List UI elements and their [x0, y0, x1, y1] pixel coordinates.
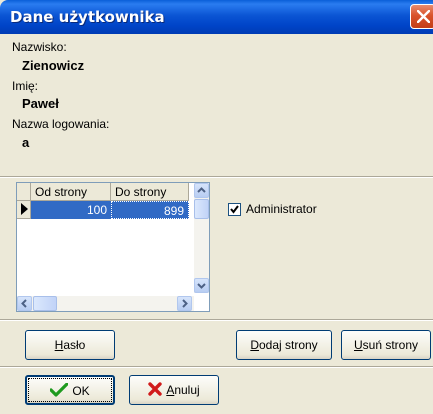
close-icon — [417, 10, 430, 23]
password-button[interactable]: Hasło — [25, 330, 115, 360]
ok-button[interactable]: OK — [25, 375, 115, 405]
scroll-down-button[interactable] — [194, 278, 209, 293]
remove-pages-button[interactable]: Usuń strony — [341, 330, 431, 360]
separator — [0, 319, 433, 321]
chevron-left-icon — [21, 299, 27, 308]
vertical-scrollbar[interactable] — [194, 183, 209, 293]
surname-value: Zienowicz — [22, 58, 85, 73]
cell-to[interactable]: 899 — [111, 201, 189, 219]
horizontal-scrollbar[interactable] — [17, 296, 194, 311]
title-bar: Dane użytkownika — [0, 0, 433, 34]
scroll-left-button[interactable] — [17, 296, 32, 311]
login-value: a — [22, 135, 30, 150]
administrator-label: Administrator — [246, 202, 317, 216]
separator — [0, 176, 433, 178]
chevron-down-icon — [197, 283, 206, 289]
column-header-to[interactable]: Do strony — [111, 183, 189, 201]
scroll-up-button[interactable] — [194, 183, 209, 198]
separator — [0, 366, 433, 368]
administrator-checkbox[interactable] — [228, 203, 241, 216]
grid-header: Od strony Do strony — [17, 183, 194, 201]
row-indicator — [17, 201, 31, 219]
cancel-button[interactable]: Anuluj — [129, 375, 219, 405]
vertical-scroll-thumb[interactable] — [194, 199, 209, 219]
chevron-up-icon — [197, 187, 206, 193]
pages-grid[interactable]: Od strony Do strony 100 899 — [16, 182, 210, 312]
cell-from[interactable]: 100 — [31, 201, 111, 219]
user-info-panel: Nazwisko: Zienowicz Imię: Paweł Nazwa lo… — [0, 34, 433, 176]
scroll-right-button[interactable] — [177, 296, 192, 311]
surname-label: Nazwisko: — [12, 40, 67, 54]
current-row-arrow-icon — [21, 203, 28, 215]
firstname-value: Paweł — [22, 96, 59, 111]
horizontal-scroll-thumb[interactable] — [33, 296, 57, 311]
firstname-label: Imię: — [12, 79, 39, 93]
add-pages-button[interactable]: Dodaj strony — [236, 330, 332, 360]
row-indicator-header — [17, 183, 31, 201]
login-label: Nazwa logowania: — [12, 117, 110, 131]
chevron-right-icon — [182, 299, 188, 308]
checkmark-icon — [49, 382, 69, 397]
column-header-from[interactable]: Od strony — [31, 183, 111, 201]
window-title: Dane użytkownika — [10, 8, 165, 26]
cross-icon — [148, 382, 163, 396]
checkmark-icon — [230, 205, 239, 214]
close-button[interactable] — [410, 4, 433, 29]
